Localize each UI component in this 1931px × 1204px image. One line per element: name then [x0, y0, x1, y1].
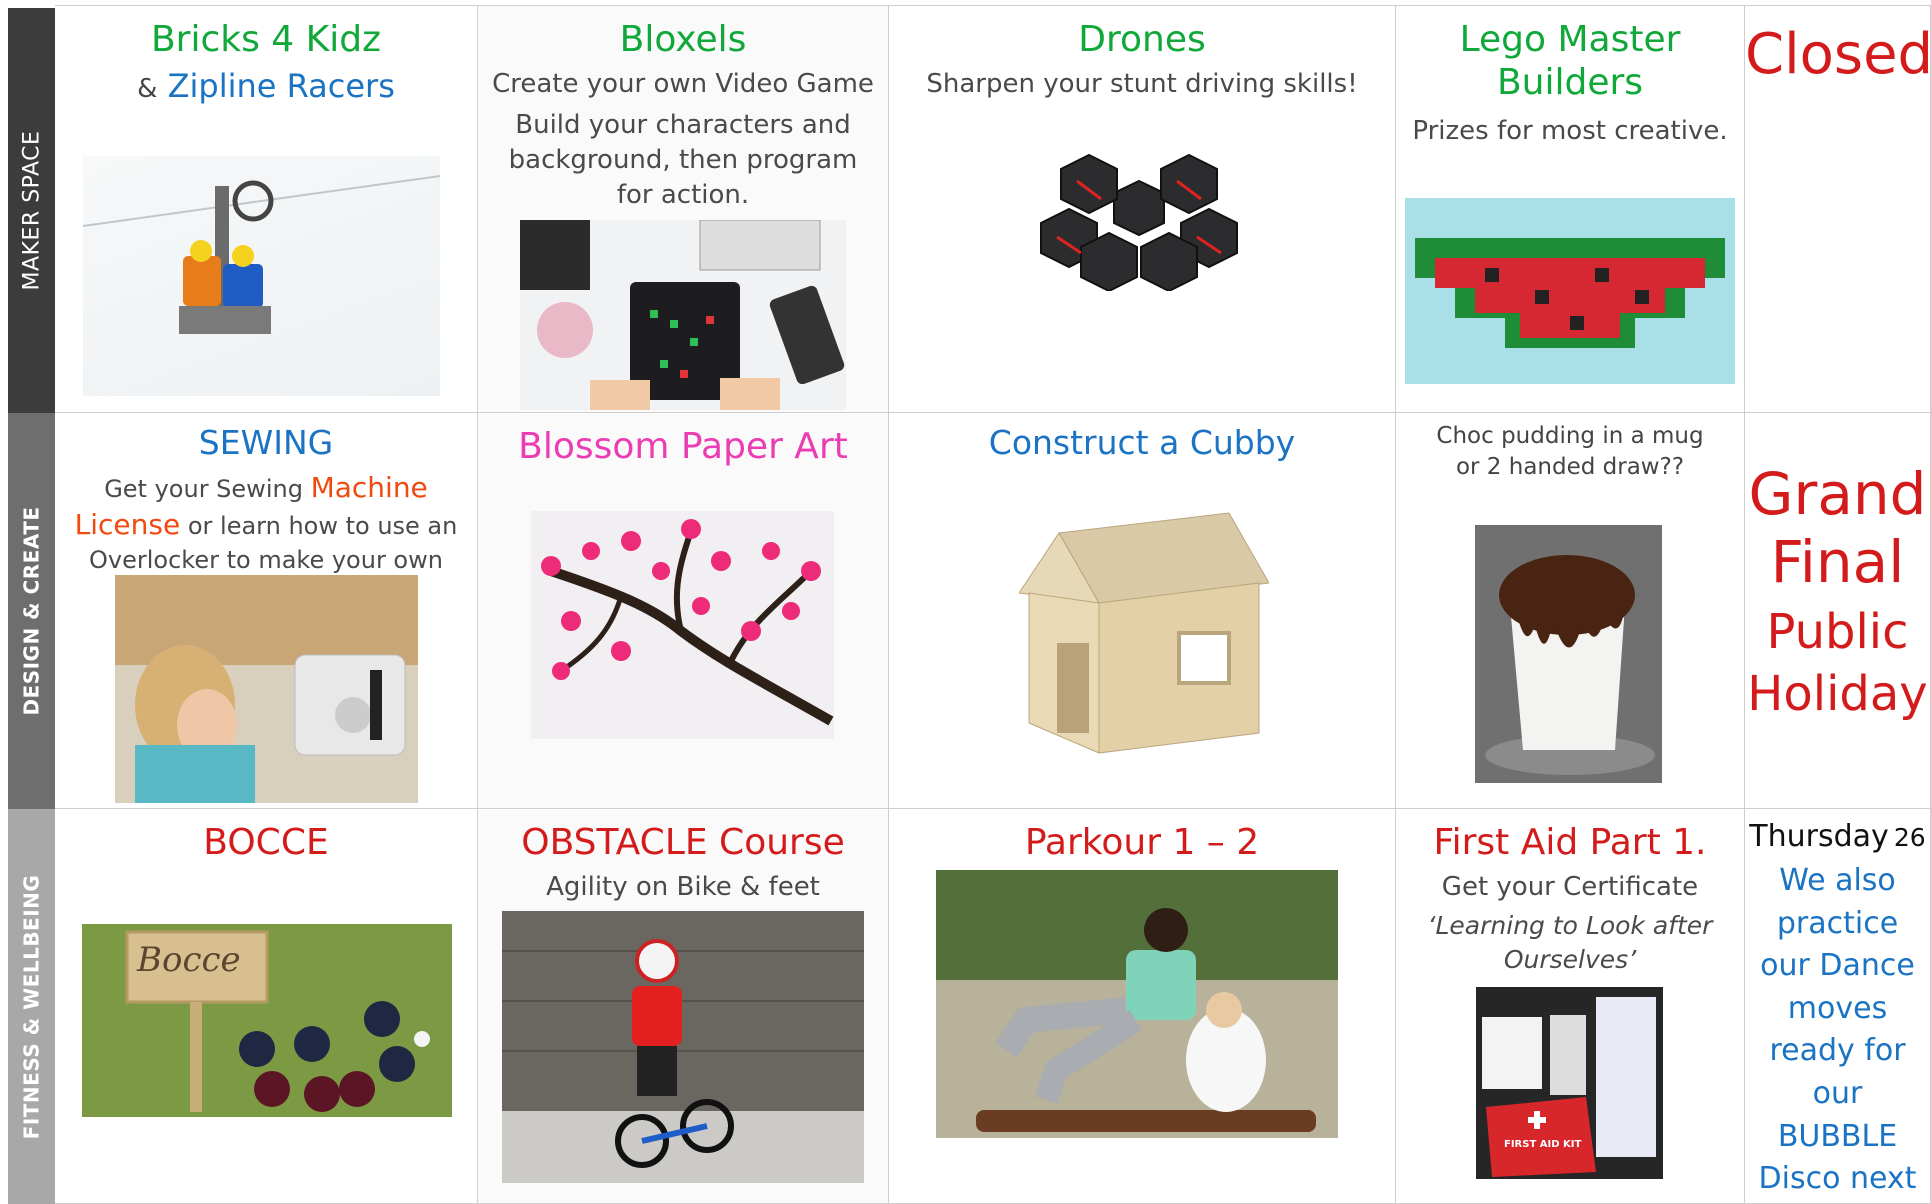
activity-title: Lego Master Builders — [1459, 19, 1681, 104]
grand-final-line: Final — [1770, 527, 1905, 596]
ampersand: & — [137, 74, 158, 105]
cell-blossom-paper-art: Blossom Paper Art — [478, 413, 889, 809]
row-label-text: DESIGN & CREATE — [19, 506, 44, 716]
cell-choc-pudding: Choc pudding in a mug or 2 handed draw?? — [1396, 413, 1745, 809]
closed-label: Closed — [1745, 22, 1931, 87]
bocce-photo: Bocce — [82, 924, 452, 1117]
sewing-text: Get your Sewing — [104, 474, 303, 503]
public-holiday-line: Public — [1766, 603, 1909, 660]
cell-lego-master-builders: Lego Master Builders Prizes for most cre… — [1396, 5, 1745, 413]
activity-title: Construct a Cubby — [988, 423, 1296, 462]
cell-drones: Drones Sharpen your stunt driving skills… — [889, 5, 1396, 413]
activity-title: Bricks 4 Kidz — [150, 19, 382, 60]
cell-sewing: SEWING Get your Sewing Machine License o… — [55, 413, 478, 809]
row-label-text: FITNESS & WELLBEING — [19, 874, 44, 1139]
grand-final-line: Grand — [1748, 460, 1927, 528]
cell-bricks-4-kidz: Bricks 4 Kidz & Zipline Racers — [55, 5, 478, 413]
row-label-maker-space: MAKER SPACE — [8, 8, 55, 413]
cubby-house-photo — [1019, 493, 1269, 763]
activity-title: BOCCE — [203, 822, 329, 863]
thursday-heading: Thursday 26 — [1745, 819, 1930, 854]
activity-description: Prizes for most creative. — [1412, 116, 1728, 147]
activity-title: First Aid Part 1. — [1433, 822, 1707, 863]
day-date: 26 — [1893, 823, 1926, 852]
cell-parkour: Parkour 1 – 2 — [889, 809, 1396, 1204]
activity-title: OBSTACLE Course — [521, 822, 845, 863]
cell-closed: Closed — [1745, 5, 1931, 413]
bloxels-board-photo — [520, 220, 846, 410]
activity-description: Sharpen your stunt driving skills! — [926, 69, 1358, 100]
row-label-text: MAKER SPACE — [19, 130, 45, 291]
day-name: Thursday — [1749, 819, 1889, 854]
drone-photo — [1029, 141, 1249, 291]
activity-quote: ‘Learning to Look after Ourselves’ — [1427, 911, 1713, 975]
cell-bocce: BOCCE Bocce — [55, 809, 478, 1204]
first-aid-kit-label: FIRST AID KIT — [1504, 1139, 1582, 1150]
first-aid-kit-photo: FIRST AID KIT — [1476, 987, 1663, 1179]
row-label-fitness-wellbeing: FITNESS & WELLBEING — [8, 809, 55, 1204]
activity-subtitle: Zipline Racers — [167, 67, 395, 106]
mug-pudding-photo — [1475, 525, 1662, 783]
public-holiday-line: Holiday — [1747, 665, 1928, 722]
activity-title: Parkour 1 – 2 — [1024, 822, 1260, 863]
cell-obstacle-course: OBSTACLE Course Agility on Bike & feet — [478, 809, 889, 1204]
bike-boy-photo — [502, 911, 864, 1183]
lego-watermelon-photo — [1405, 198, 1735, 384]
thursday-note: We also practice our Dance moves ready f… — [1758, 863, 1917, 1197]
cell-grand-final: Grand Final Public Holiday — [1745, 413, 1931, 809]
activity-description: Choc pudding in a mug or 2 handed draw?? — [1436, 423, 1704, 481]
row-label-design-create: DESIGN & CREATE — [8, 413, 55, 809]
sewing-girl-photo — [115, 575, 418, 803]
bocce-sign-text: Bocce — [137, 940, 241, 980]
cell-bloxels: Bloxels Create your own Video Game Build… — [478, 5, 889, 413]
activity-title: Drones — [1078, 19, 1206, 60]
cell-first-aid: First Aid Part 1. Get your Certificate ‘… — [1396, 809, 1745, 1204]
activity-title: Blossom Paper Art — [518, 426, 848, 467]
activity-title: SEWING — [198, 423, 334, 462]
activity-description: Create your own Video Game — [492, 69, 874, 100]
blossom-art-photo — [531, 511, 834, 739]
activity-title: Bloxels — [619, 19, 747, 60]
zipline-lego-photo — [83, 156, 440, 396]
parkour-photo — [936, 870, 1338, 1138]
cell-thursday: Thursday 26 We also practice our Dance m… — [1745, 809, 1931, 1204]
activity-description: Agility on Bike & feet — [546, 872, 820, 903]
activity-timetable: MAKER SPACE DESIGN & CREATE FITNESS & WE… — [0, 0, 1931, 1204]
activity-description: Build your characters and background, th… — [508, 110, 858, 211]
cell-construct-cubby: Construct a Cubby — [889, 413, 1396, 809]
activity-description: Get your Certificate — [1441, 872, 1699, 903]
